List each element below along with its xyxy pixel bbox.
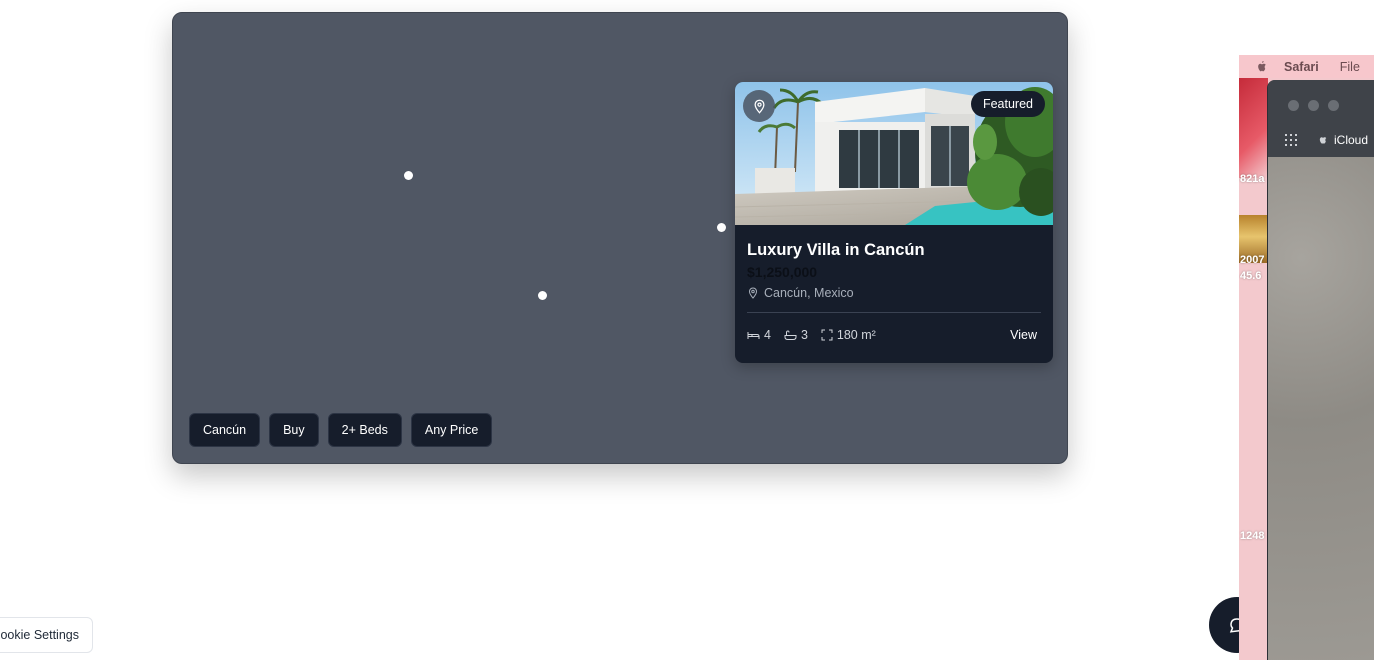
side-label-3: 45.6 [1240,270,1262,282]
stone-texture-image [1268,157,1374,660]
listing-photo: Featured [735,82,1053,225]
side-label-4: 1248 [1240,530,1265,542]
mac-menubar: Safari File [1239,55,1374,78]
map-marker[interactable] [404,171,413,180]
filter-beds-chip[interactable]: 2+ Beds [327,413,402,447]
expand-icon [821,329,833,341]
bed-icon [747,331,760,339]
zoom-dot-icon [1328,100,1339,111]
icloud-tab: iCloud [1268,125,1374,155]
bath-icon [784,329,797,340]
side-label-1: 821a [1240,173,1265,185]
safari-window: iCloud [1267,80,1374,660]
menubar-app-name: Safari [1284,59,1319,74]
baths-count: 3 [800,328,808,342]
filter-price-chip[interactable]: Any Price [410,413,493,447]
map-panel[interactable]: Featured Luxury Villa in Cancún $1,250,0… [172,12,1068,464]
map-pin-icon [753,99,765,114]
listing-title: Luxury Villa in Cancún [747,241,925,259]
beds-stat: 4 [747,328,771,342]
window-toolbar: iCloud [1268,80,1374,158]
baths-stat: 3 [784,328,808,342]
background-screenshot: 821a 2007 45.6 1248 Safari File iCloud [1239,55,1374,660]
close-dot-icon [1288,100,1299,111]
beds-count: 4 [764,328,771,342]
area-value: 180 m² [836,328,876,342]
featured-badge: Featured [970,91,1045,117]
grid-icon [1285,134,1297,146]
location-text: Cancún, Mexico [764,286,854,300]
listing-stats: 4 3 180 m² [747,328,876,342]
map-marker[interactable] [538,291,547,300]
minimize-dot-icon [1308,100,1319,111]
filter-bar: Cancún Buy 2+ Beds Any Price [189,413,493,447]
map-pin-icon [748,287,758,299]
filter-type-chip[interactable]: Buy [269,413,319,447]
listing-card[interactable]: Featured Luxury Villa in Cancún $1,250,0… [735,82,1053,363]
listing-location: Cancún, Mexico [747,285,1041,301]
menubar-file: File [1339,59,1360,74]
location-pin-button[interactable] [743,90,775,122]
desktop-side: 821a 2007 45.6 1248 [1239,78,1268,660]
apple-logo-icon [1319,137,1327,144]
side-label-2: 2007 [1240,254,1265,266]
icloud-label: iCloud [1334,133,1369,147]
view-button[interactable]: View [1002,323,1045,347]
map-marker[interactable] [717,223,726,232]
cookie-settings-button[interactable]: ookie Settings [0,617,93,653]
filter-location-chip[interactable]: Cancún [189,413,261,447]
apple-logo-icon [1258,60,1266,71]
area-stat: 180 m² [821,328,876,342]
listing-price: $1,250,000 [747,264,818,280]
